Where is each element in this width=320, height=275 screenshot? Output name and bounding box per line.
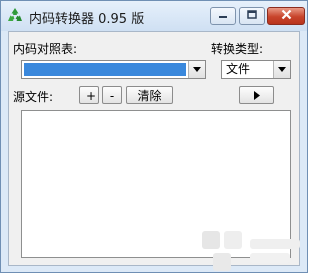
table-label: 内码对照表: — [13, 42, 78, 56]
title-bar[interactable]: 内码转换器 0.95 版 — [1, 1, 307, 31]
watermark-logo — [202, 231, 300, 271]
recycle-icon — [6, 7, 24, 25]
chevron-down-icon[interactable] — [188, 61, 205, 78]
table-select[interactable] — [21, 60, 206, 79]
convert-type-value: 文件 — [226, 62, 251, 76]
close-button[interactable] — [267, 7, 305, 25]
table-select-value — [24, 63, 186, 76]
add-file-button[interactable]: + — [79, 86, 99, 104]
clear-button[interactable]: 清除 — [126, 86, 173, 104]
maximize-icon — [247, 9, 257, 23]
chevron-down-icon[interactable] — [273, 61, 290, 78]
close-icon — [281, 9, 292, 23]
maximize-button[interactable] — [239, 7, 265, 25]
remove-file-button[interactable]: - — [102, 86, 122, 104]
minimize-button[interactable] — [210, 7, 236, 25]
convert-type-select[interactable]: 文件 — [221, 60, 291, 79]
start-button[interactable] — [239, 86, 274, 104]
convert-type-label: 转换类型: — [211, 42, 264, 56]
play-icon — [253, 89, 261, 103]
source-files-label: 源文件: — [13, 90, 54, 104]
minimize-icon — [218, 9, 228, 23]
window-title: 内码转换器 0.95 版 — [29, 12, 145, 27]
